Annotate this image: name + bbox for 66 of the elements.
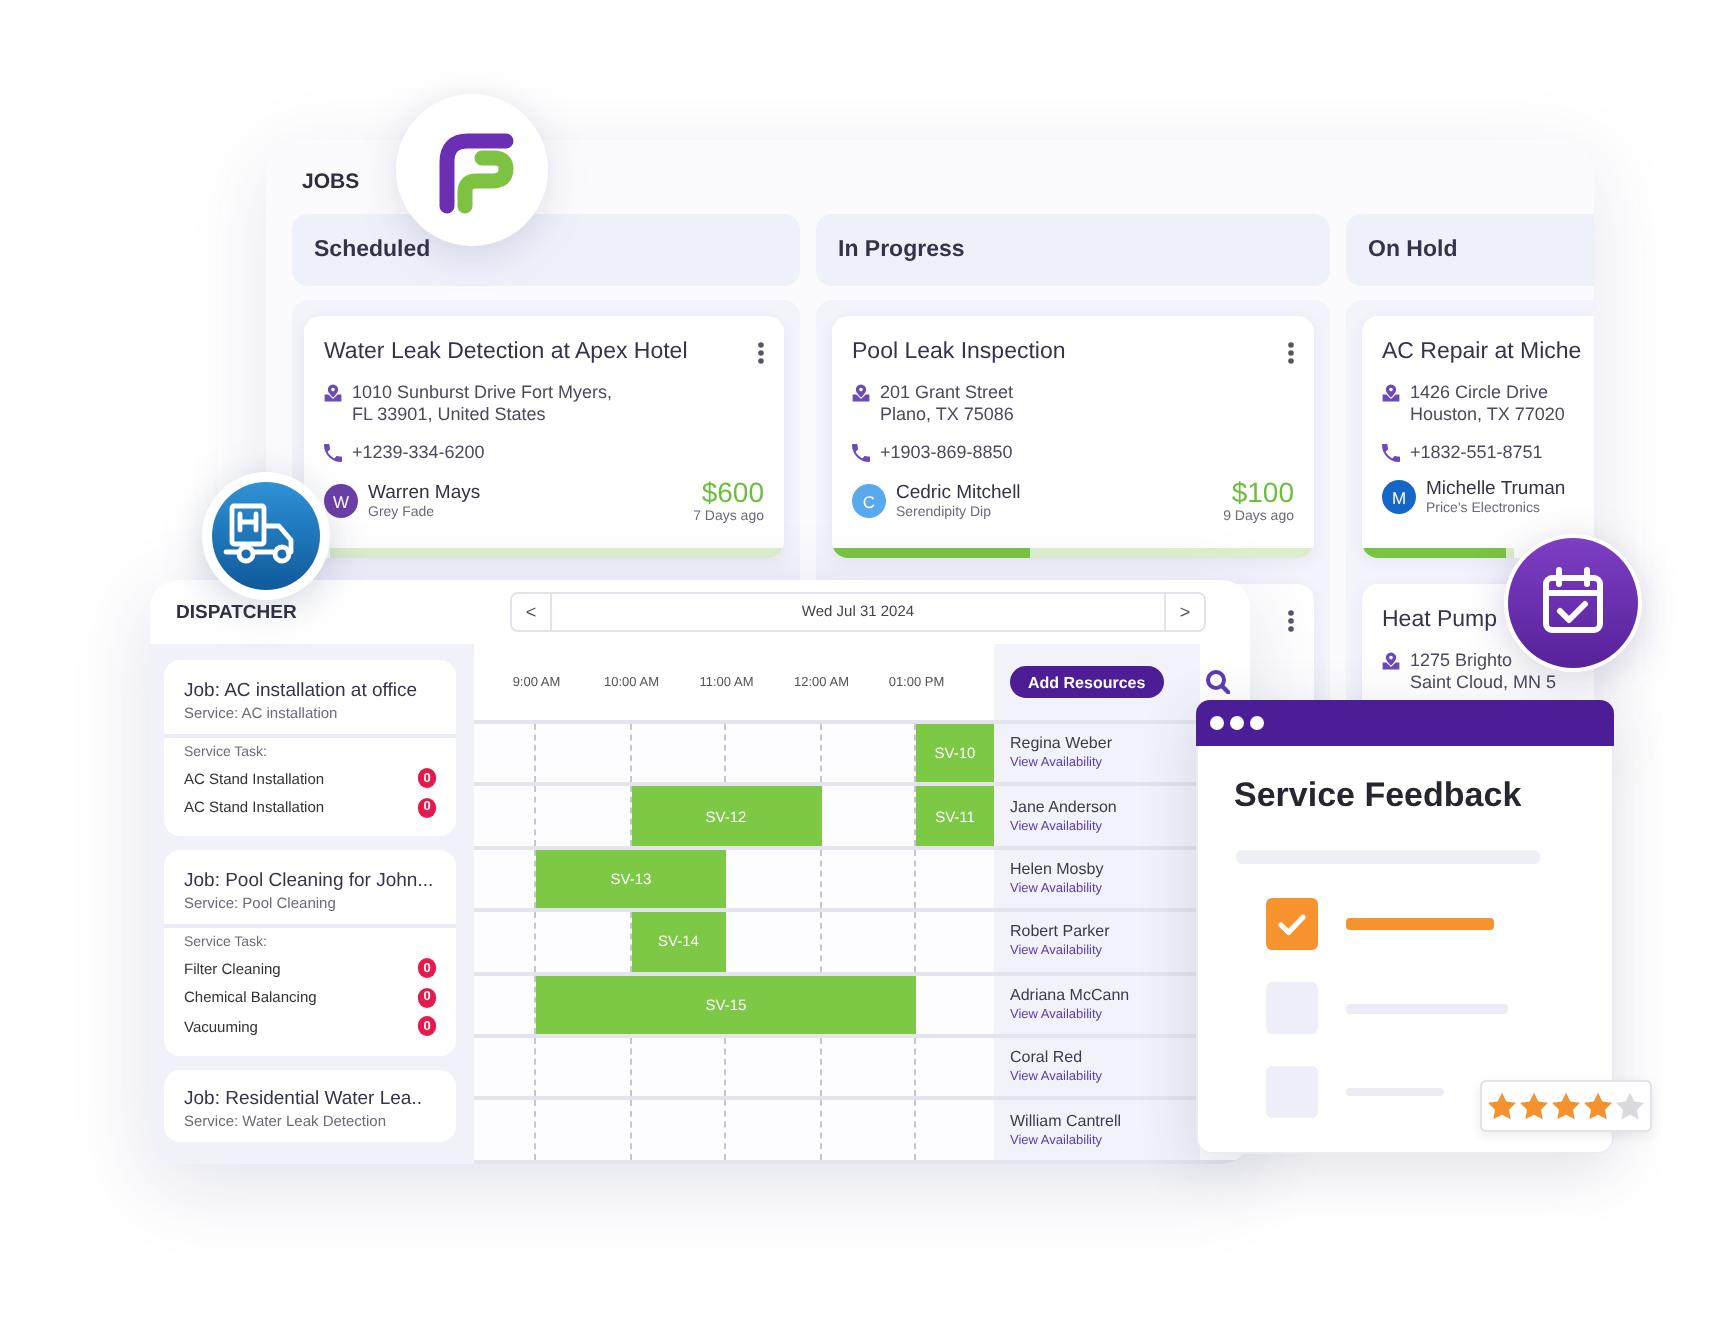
job-address: 1426 Circle Drive Houston, TX 77020 (1410, 381, 1565, 425)
contact-avatar: W (324, 484, 358, 518)
job-title: Job: AC installation at office (184, 677, 420, 703)
resource-name: Robert Parker (1010, 922, 1110, 943)
previous-button[interactable]: < (512, 594, 552, 630)
more-options-icon[interactable] (1288, 609, 1294, 631)
phone-icon (852, 443, 870, 461)
column-header: In Progress (816, 214, 1330, 286)
time-slot[interactable] (821, 786, 916, 846)
window-dot-icon (1230, 716, 1244, 730)
star-icon (1488, 1092, 1516, 1120)
more-options-icon[interactable] (758, 341, 764, 363)
panel-title: DISPATCHER (176, 601, 299, 623)
resource-name: Regina Weber (1010, 734, 1112, 755)
phone-number: +1832-551-8751 (1410, 441, 1543, 463)
job-title: Water Leak Detection at Apex Hotel (324, 338, 688, 368)
feedback-title: Service Feedback (1234, 774, 1522, 818)
resource-name: Coral Red (1010, 1048, 1083, 1069)
phone-icon (1382, 443, 1400, 461)
window-dot-icon (1210, 716, 1224, 730)
time-slot[interactable] (821, 1037, 916, 1097)
star-icon (1520, 1092, 1548, 1120)
time-slot[interactable] (821, 912, 916, 972)
job-title: Pool Leak Inspection (852, 338, 1066, 368)
star-icon (1616, 1092, 1644, 1120)
star-icon (1552, 1092, 1580, 1120)
contact-name: Michelle Truman (1426, 477, 1566, 499)
job-address: 201 Grant Street Plano, TX 75086 (880, 381, 1014, 425)
map-pin-icon (852, 383, 870, 401)
window-dot-icon (1250, 716, 1264, 730)
contact-name: Warren Mays (368, 481, 481, 503)
resource-name: William Cantrell (1010, 1111, 1122, 1132)
time-slot[interactable] (821, 849, 916, 909)
star-icon (1584, 1092, 1612, 1120)
contact-avatar: C (852, 484, 886, 518)
phone-number: +1239-334-6200 (352, 441, 485, 463)
contact-avatar: M (1382, 480, 1416, 514)
phone-icon (324, 443, 342, 461)
resource-name: Helen Mosby (1010, 859, 1104, 880)
time-slot[interactable] (821, 1100, 916, 1160)
contact-name: Cedric Mitchell (896, 481, 1021, 503)
resource-name: Adriana McCann (1010, 985, 1130, 1006)
time-slot[interactable] (631, 1037, 726, 1097)
resource-name: Jane Anderson (1010, 797, 1117, 818)
time-slot[interactable] (631, 724, 726, 783)
map-pin-icon (324, 383, 342, 401)
phone-number: +1903-869-8850 (880, 441, 1013, 463)
job-address: 1275 Brighto Saint Cloud, MN 5 (1410, 649, 1557, 693)
job-price: $100 (1231, 477, 1294, 507)
column-header: On Hold (1346, 214, 1594, 286)
checkmark-icon (1278, 913, 1306, 935)
job-address: 1010 Sunburst Drive Fort Myers, FL 33901, United States (352, 381, 613, 425)
job-title: Job: Residential Water Lea.. (184, 1086, 424, 1112)
search-icon[interactable] (1206, 670, 1230, 694)
job-price: $600 (701, 477, 764, 507)
time-slot[interactable] (631, 1100, 726, 1160)
more-options-icon[interactable] (1288, 341, 1294, 363)
map-pin-icon (1382, 383, 1400, 401)
job-title: Job: Pool Cleaning for John... (184, 867, 436, 893)
job-title: AC Repair at Miche (1382, 338, 1582, 368)
job-title: Heat Pump (1382, 606, 1498, 636)
next-button[interactable]: > (1164, 594, 1204, 630)
panel-title: JOBS (302, 168, 360, 196)
add-resources-button[interactable]: Add Resources (1010, 666, 1164, 698)
checkbox[interactable] (1266, 898, 1318, 950)
map-pin-icon (1382, 651, 1400, 669)
